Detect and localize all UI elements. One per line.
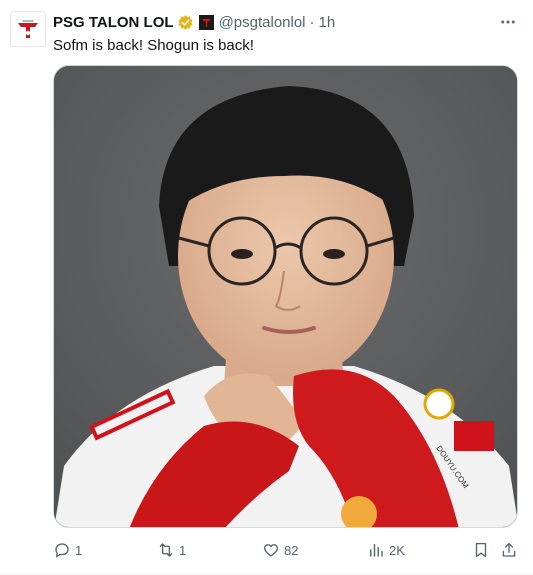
action-bar: 1 1 82 2K <box>53 539 519 561</box>
psg-talon-logo-icon <box>18 20 38 38</box>
reply-icon <box>55 543 69 558</box>
retweet-count: 1 <box>179 542 187 558</box>
retweet-icon <box>159 543 173 557</box>
like-count: 82 <box>284 542 299 558</box>
views-count: 2K <box>389 542 405 558</box>
share-icon <box>502 542 516 557</box>
more-button[interactable] <box>497 11 519 33</box>
retweet-button[interactable]: 1 <box>157 541 186 559</box>
avatar[interactable] <box>10 11 46 47</box>
heart-icon <box>263 544 279 557</box>
tweet-text: Sofm is back! Shogun is back! <box>53 37 254 54</box>
separator: · <box>309 13 315 31</box>
like-button[interactable]: 82 <box>262 541 298 559</box>
tweet-card[interactable]: PSG TALON LOL @psgtalonlol · 1h Sofm is … <box>0 0 533 575</box>
views-button[interactable]: 2K <box>367 541 405 559</box>
timestamp[interactable]: 1h <box>319 14 336 31</box>
views-icon <box>370 544 383 557</box>
gold-checkmark-icon[interactable] <box>177 14 194 31</box>
bookmark-icon <box>475 542 487 558</box>
handle[interactable]: @psgtalonlol <box>219 14 306 31</box>
share-button[interactable] <box>500 541 518 559</box>
affiliate-badge-icon[interactable] <box>198 14 214 30</box>
account-name[interactable]: PSG TALON LOL <box>53 14 174 31</box>
reply-count: 1 <box>75 542 83 558</box>
bookmark-button[interactable] <box>472 541 490 559</box>
more-icon <box>501 20 515 24</box>
tweet-photo[interactable]: DOUYU.COM <box>53 65 518 528</box>
tweet-header: PSG TALON LOL @psgtalonlol · 1h <box>53 11 335 33</box>
reply-button[interactable]: 1 <box>53 541 82 559</box>
